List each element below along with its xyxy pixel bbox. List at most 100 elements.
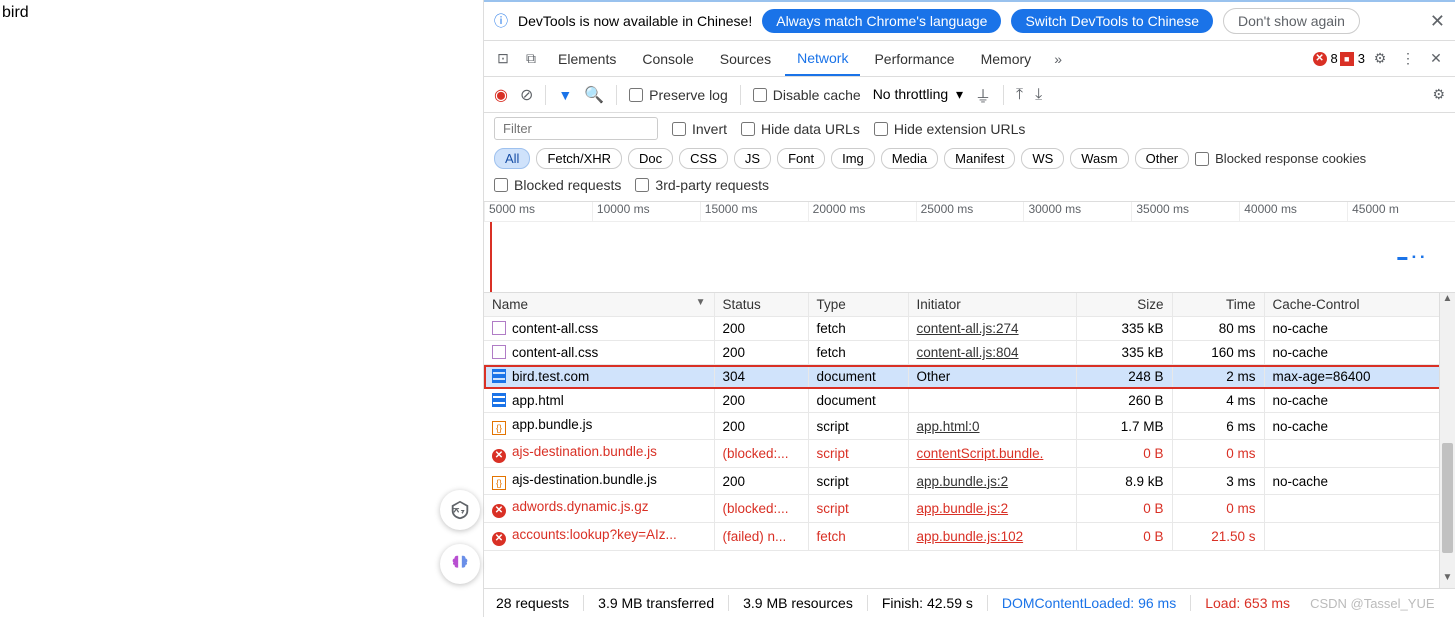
table-row[interactable]: ✕adwords.dynamic.js.gz(blocked:...script… (484, 495, 1455, 523)
err-file-icon: ✕ (492, 532, 506, 546)
status-transferred: 3.9 MB transferred (598, 595, 714, 611)
chip-css[interactable]: CSS (679, 148, 728, 169)
hide-data-urls-checkbox[interactable]: Hide data URLs (741, 121, 860, 137)
record-button[interactable]: ◉ (494, 85, 508, 105)
table-row[interactable]: app.html200document260 B4 msno-cache (484, 389, 1455, 413)
close-devtools-icon[interactable]: ✕ (1423, 50, 1449, 67)
chip-ws[interactable]: WS (1021, 148, 1064, 169)
chip-img[interactable]: Img (831, 148, 875, 169)
warning-count[interactable]: ■3 (1340, 51, 1365, 66)
timeline-tick: 20000 ms (808, 202, 916, 221)
table-row[interactable]: {}ajs-destination.bundle.js200scriptapp.… (484, 468, 1455, 495)
chip-other[interactable]: Other (1135, 148, 1190, 169)
chip-wasm[interactable]: Wasm (1070, 148, 1128, 169)
invert-checkbox[interactable]: Invert (672, 121, 727, 137)
tab-memory[interactable]: Memory (969, 43, 1044, 75)
brain-fab[interactable] (440, 544, 480, 584)
filter-row: Invert Hide data URLs Hide extension URL… (484, 113, 1455, 144)
err-file-icon: ✕ (492, 449, 506, 463)
filter-toggle-icon[interactable]: ▼ (558, 87, 572, 103)
kebab-icon[interactable]: ⋮ (1395, 50, 1421, 67)
initiator-link[interactable]: app.bundle.js:102 (917, 529, 1024, 544)
disable-cache-checkbox[interactable]: Disable cache (753, 87, 861, 103)
initiator-link[interactable]: content-all.js:274 (917, 321, 1019, 336)
status-finish: Finish: 42.59 s (882, 595, 973, 611)
status-domcontentloaded: DOMContentLoaded: 96 ms (1002, 595, 1176, 611)
chip-js[interactable]: JS (734, 148, 771, 169)
scroll-down-icon[interactable]: ▼ (1440, 572, 1455, 588)
chip-font[interactable]: Font (777, 148, 825, 169)
download-har-icon[interactable]: ⤓ (1035, 86, 1042, 104)
banner-close-icon[interactable]: ✕ (1430, 11, 1445, 32)
blocked-requests-checkbox[interactable]: Blocked requests (494, 177, 621, 193)
table-row[interactable]: ✕accounts:lookup?key=AIz...(failed) n...… (484, 523, 1455, 551)
initiator-link[interactable]: app.html:0 (917, 419, 980, 434)
table-row[interactable]: content-all.css200fetchcontent-all.js:27… (484, 317, 1455, 341)
preserve-log-checkbox[interactable]: Preserve log (629, 87, 728, 103)
doc-file-icon (492, 369, 506, 383)
page-viewport: bird (0, 0, 484, 617)
hide-extension-urls-checkbox[interactable]: Hide extension URLs (874, 121, 1026, 137)
translate-fab[interactable] (440, 490, 480, 530)
language-banner: ⓘ DevTools is now available in Chinese! … (484, 2, 1455, 41)
tab-console[interactable]: Console (630, 43, 705, 75)
throttling-select[interactable]: No throttling ▾ (873, 86, 963, 103)
table-row[interactable]: ✕ajs-destination.bundle.js(blocked:...sc… (484, 440, 1455, 468)
table-row[interactable]: {}app.bundle.js200scriptapp.html:01.7 MB… (484, 413, 1455, 440)
more-tabs-icon[interactable]: » (1045, 51, 1071, 67)
table-row[interactable]: bird.test.com304documentOther248 B2 msma… (484, 365, 1455, 389)
type-chips-row: All Fetch/XHR Doc CSS JS Font Img Media … (484, 144, 1455, 173)
col-type[interactable]: Type (808, 293, 908, 317)
timeline-tick: 25000 ms (916, 202, 1024, 221)
inspect-icon[interactable]: ⊡ (490, 50, 516, 67)
blocked-cookies-checkbox[interactable]: Blocked response cookies (1195, 151, 1366, 166)
tab-sources[interactable]: Sources (708, 43, 783, 75)
col-size[interactable]: Size (1076, 293, 1172, 317)
file-file-icon (492, 345, 506, 359)
watermark-text: CSDN @Tassel_YUE (1310, 596, 1434, 611)
dont-show-button[interactable]: Don't show again (1223, 8, 1360, 34)
scroll-up-icon[interactable]: ▲ (1440, 293, 1455, 309)
scroll-thumb[interactable] (1442, 443, 1453, 553)
search-icon[interactable]: 🔍 (584, 85, 604, 105)
col-status[interactable]: Status (714, 293, 808, 317)
tab-performance[interactable]: Performance (862, 43, 966, 75)
wifi-icon[interactable]: ⏚ (975, 83, 991, 107)
network-settings-icon[interactable]: ⚙ (1432, 86, 1445, 103)
initiator-link[interactable]: app.bundle.js:2 (917, 474, 1009, 489)
table-row[interactable]: content-all.css200fetchcontent-all.js:80… (484, 341, 1455, 365)
timeline-load-marker (490, 222, 492, 292)
js-file-icon: {} (492, 421, 506, 435)
error-count[interactable]: ✕8 (1313, 51, 1338, 66)
third-party-checkbox[interactable]: 3rd-party requests (635, 177, 769, 193)
col-initiator[interactable]: Initiator (908, 293, 1076, 317)
initiator-link[interactable]: contentScript.bundle. (917, 446, 1044, 461)
table-header-row: Name▼ Status Type Initiator Size Time Ca… (484, 293, 1455, 317)
js-file-icon: {} (492, 476, 506, 490)
settings-icon[interactable]: ⚙ (1367, 50, 1393, 67)
filter-input[interactable] (494, 117, 658, 140)
col-cache[interactable]: Cache-Control (1264, 293, 1455, 317)
clear-button[interactable]: ⊘ (520, 85, 533, 105)
status-requests: 28 requests (496, 595, 569, 611)
tab-elements[interactable]: Elements (546, 43, 628, 75)
col-name[interactable]: Name▼ (484, 293, 714, 317)
col-time[interactable]: Time (1172, 293, 1264, 317)
switch-language-button[interactable]: Switch DevTools to Chinese (1011, 9, 1213, 33)
chip-manifest[interactable]: Manifest (944, 148, 1015, 169)
chip-all[interactable]: All (494, 148, 530, 169)
timeline-overview[interactable]: 5000 ms10000 ms15000 ms20000 ms25000 ms3… (484, 202, 1455, 293)
initiator-link[interactable]: content-all.js:804 (917, 345, 1019, 360)
always-match-button[interactable]: Always match Chrome's language (762, 9, 1001, 33)
vertical-scrollbar[interactable]: ▲ ▼ (1439, 293, 1455, 588)
chip-media[interactable]: Media (881, 148, 938, 169)
chip-fetch[interactable]: Fetch/XHR (536, 148, 622, 169)
upload-har-icon[interactable]: ⤒ (1016, 86, 1023, 104)
tab-network[interactable]: Network (785, 42, 860, 76)
timeline-tick: 35000 ms (1131, 202, 1239, 221)
type-chips-row2: Blocked requests 3rd-party requests (484, 173, 1455, 202)
device-toggle-icon[interactable]: ⧉ (518, 50, 544, 67)
chip-doc[interactable]: Doc (628, 148, 673, 169)
initiator-link[interactable]: app.bundle.js:2 (917, 501, 1009, 516)
status-bar: 28 requests 3.9 MB transferred 3.9 MB re… (484, 588, 1455, 617)
